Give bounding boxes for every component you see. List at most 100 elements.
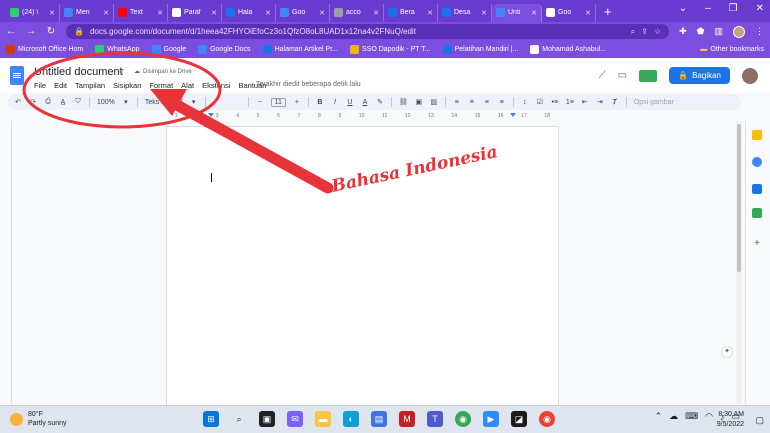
close-tab-icon[interactable]: ✕ (103, 9, 109, 17)
browser-tab[interactable]: (24) \ ✕ (6, 3, 60, 22)
store-icon[interactable]: ▤ (371, 411, 387, 427)
menu-dots-icon[interactable]: ⋮ (755, 26, 764, 37)
chevron-down-icon[interactable]: ⌄ (679, 3, 687, 14)
back-arrow-icon[interactable]: ← (6, 26, 16, 37)
bookmark-item[interactable]: Google Docs (198, 45, 251, 54)
browser-tab[interactable]: Unti ✕ (492, 3, 542, 22)
last-edit-text[interactable]: Terakhir diedit beberapa detik lalu (256, 81, 361, 88)
menu-item[interactable]: Edit (54, 81, 67, 90)
paint-format-icon[interactable]: ⛉ (74, 98, 82, 106)
bookmark-item[interactable]: WhatsApp (95, 45, 140, 54)
bold-icon[interactable]: B (316, 99, 324, 106)
reload-icon[interactable]: ↻ (46, 26, 56, 37)
maximize-icon[interactable]: ❐ (729, 3, 738, 14)
bookmark-item[interactable]: Mohamad Ashabul... (530, 45, 606, 54)
teams-icon[interactable]: T (427, 411, 443, 427)
account-avatar[interactable] (742, 67, 758, 84)
keyboard-icon[interactable]: ⌨ (685, 411, 698, 422)
document-page[interactable] (166, 126, 559, 406)
omnibox[interactable]: 🔒 docs.google.com/document/d/1heea42FHYO… (66, 24, 670, 39)
share-button[interactable]: 🔒 Bagikan (669, 67, 730, 84)
line-spacing-icon[interactable]: ↕ (521, 99, 529, 106)
app-icon[interactable]: ◪ (511, 411, 527, 427)
zoom-icon[interactable]: ▶ (483, 411, 499, 427)
bookmark-item[interactable]: Microsoft Office Hom (6, 45, 83, 54)
menu-item[interactable]: Tampilan (75, 81, 105, 90)
close-tab-icon[interactable]: ✕ (427, 9, 433, 17)
text-color-icon[interactable]: A (361, 99, 369, 106)
close-tab-icon[interactable]: ✕ (585, 9, 591, 17)
font-size-input[interactable]: 11 (270, 97, 286, 107)
menu-item[interactable]: Sisipkan (113, 81, 141, 90)
add-icon[interactable]: + (752, 239, 762, 249)
decrease-indent-icon[interactable]: ⇤ (581, 98, 589, 106)
bookmark-star-icon[interactable]: ☆ (654, 27, 661, 36)
align-justify-icon[interactable]: ≡ (498, 99, 506, 106)
menu-item[interactable]: File (34, 81, 46, 90)
browser-tab[interactable]: Paraf ✕ (168, 3, 222, 22)
clock[interactable]: 8:30 AM 9/5/2022 (717, 410, 744, 430)
increase-indent-icon[interactable]: ⇥ (596, 98, 604, 106)
contacts-icon[interactable] (752, 184, 762, 194)
comment-icon[interactable]: ▭ (618, 70, 627, 81)
align-center-icon[interactable]: ≡ (468, 99, 476, 106)
task-view-icon[interactable]: ▣ (259, 411, 275, 427)
decrease-font-button[interactable]: − (256, 99, 264, 106)
print-icon[interactable]: ⎙ (44, 98, 52, 106)
close-tab-icon[interactable]: ✕ (481, 9, 487, 17)
browser-tab[interactable]: Goo ✕ (542, 3, 596, 22)
minimize-icon[interactable]: – (705, 3, 711, 14)
share-page-icon[interactable]: ⇪ (641, 27, 648, 36)
menu-item[interactable]: Format (149, 81, 173, 90)
search-icon[interactable]: ⌕ (631, 27, 635, 37)
style-select[interactable]: Teks normal (145, 99, 183, 106)
spellcheck-icon[interactable]: A̲ (59, 99, 67, 106)
scrollbar-thumb[interactable] (737, 124, 741, 272)
browser-tab[interactable]: Text ✕ (114, 3, 168, 22)
explore-icon[interactable]: ✦ (721, 346, 733, 358)
close-icon[interactable]: ✕ (756, 3, 764, 14)
wifi-icon[interactable]: ◠ (705, 411, 713, 422)
redo-icon[interactable]: ↷ (29, 98, 37, 106)
bulleted-list-icon[interactable]: •≡ (551, 99, 559, 106)
file-explorer-icon[interactable]: ▬ (315, 411, 331, 427)
puzzle-icon[interactable]: ⬟ (697, 26, 705, 37)
bookmark-item[interactable]: Pelatihan Mandiri |... (442, 45, 518, 54)
bookmark-item[interactable]: SSO Dapodik - PT T... (349, 45, 431, 54)
chrome-icon[interactable]: ◉ (455, 411, 471, 427)
menu-item[interactable]: Alat (181, 81, 194, 90)
clear-formatting-icon[interactable]: Ⱦ (611, 99, 619, 106)
align-right-icon[interactable]: ≡ (483, 99, 491, 106)
menu-item[interactable]: Ekstensi (202, 81, 230, 90)
maps-icon[interactable] (752, 208, 762, 218)
italic-icon[interactable]: I (331, 99, 339, 106)
image-icon[interactable]: ▨ (430, 98, 438, 106)
mcafee-icon[interactable]: M (399, 411, 415, 427)
star-icon[interactable]: ☆ (116, 66, 125, 77)
checklist-icon[interactable]: ☑ (536, 98, 544, 106)
close-tab-icon[interactable]: ✕ (157, 9, 163, 17)
cloud-icon[interactable]: ☁ (669, 411, 678, 422)
browser-tab[interactable]: Bera ✕ (384, 3, 438, 22)
windows-start-icon[interactable]: ⊞ (203, 411, 219, 427)
browser-tab[interactable]: Desa ✕ (438, 3, 492, 22)
browser-tab[interactable]: acco ✕ (330, 3, 384, 22)
edge-icon[interactable]: ◐ (343, 411, 359, 427)
new-tab-button[interactable]: + (604, 4, 612, 19)
zoom-select[interactable]: 100% (97, 99, 115, 106)
docs-logo-icon[interactable] (10, 66, 24, 85)
close-tab-icon[interactable]: ✕ (265, 9, 271, 17)
underline-icon[interactable]: U (346, 99, 354, 106)
notification-icon[interactable]: ▢ (755, 415, 764, 426)
close-tab-icon[interactable]: ✕ (211, 9, 217, 17)
horizontal-ruler[interactable]: 1 2 3 4 5 6 7 8 9 10 11 12 13 14 15 16 17 18 (166, 112, 559, 120)
link-icon[interactable]: ⛓ (399, 98, 408, 106)
browser-tab[interactable]: Hala ✕ (222, 3, 276, 22)
chrome-profile-icon[interactable]: ◉ (539, 411, 555, 427)
activity-icon[interactable]: ⟋ (599, 70, 606, 81)
chevron-up-icon[interactable]: ⌃ (655, 411, 663, 422)
forward-arrow-icon[interactable]: → (26, 26, 36, 37)
other-bookmarks[interactable]: ▬ Other bookmarks (700, 46, 764, 53)
tasks-icon[interactable] (752, 157, 762, 167)
browser-tab[interactable]: Men ✕ (60, 3, 114, 22)
